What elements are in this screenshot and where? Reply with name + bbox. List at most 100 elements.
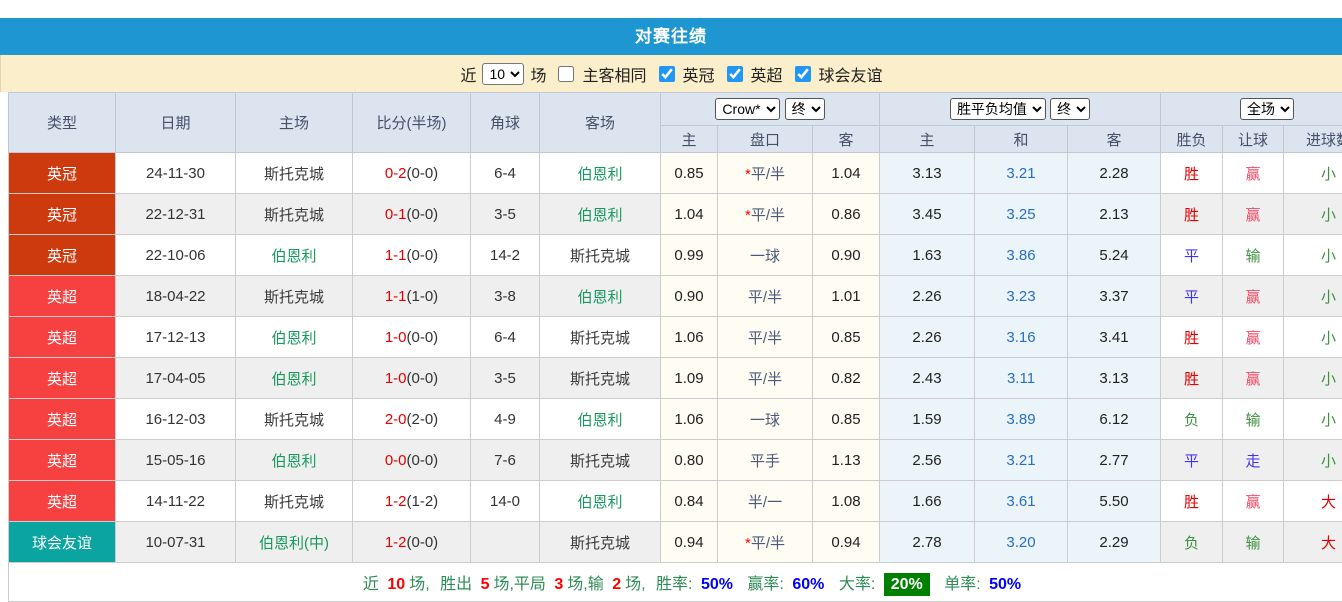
avg-stage-select[interactable]: 终 <box>1050 98 1090 120</box>
result: 胜 <box>1161 194 1223 235</box>
goals-result: 小 <box>1284 153 1342 194</box>
corners: 3-5 <box>471 358 540 399</box>
summary-draws: 3 <box>550 576 567 593</box>
same-venue-checkbox[interactable] <box>558 66 574 82</box>
corners <box>471 522 540 563</box>
match-score: 1-1(0-0) <box>353 235 471 276</box>
league-badge: 英冠 <box>9 194 116 235</box>
match-row: 英超 16-12-03 斯托克城 2-0(2-0) 4-9 伯恩利 1.06 一… <box>9 399 1342 440</box>
odds-home: 0.90 <box>661 276 718 317</box>
corners: 3-5 <box>471 194 540 235</box>
summary-over-rate-label: 大率: <box>833 576 875 593</box>
league-championship-checkbox[interactable] <box>659 66 675 82</box>
match-score: 1-0(0-0) <box>353 358 471 399</box>
scope-select[interactable]: 全场 <box>1240 98 1294 120</box>
summary-loss-label: 输 <box>588 576 604 593</box>
avg-draw: 3.89 <box>975 399 1068 440</box>
match-score: 1-1(1-0) <box>353 276 471 317</box>
goals-result: 小 <box>1284 235 1342 276</box>
odds-home: 0.99 <box>661 235 718 276</box>
summary-losses: 2 <box>608 576 625 593</box>
away-team: 伯恩利 <box>540 153 661 194</box>
league-badge: 英冠 <box>9 153 116 194</box>
result: 平 <box>1161 276 1223 317</box>
away-team: 斯托克城 <box>540 440 661 481</box>
recent-label: 近 <box>460 62 476 86</box>
avg-away: 3.13 <box>1068 358 1161 399</box>
avg-away: 5.24 <box>1068 235 1161 276</box>
match-score: 0-0(0-0) <box>353 440 471 481</box>
match-date: 10-07-31 <box>116 522 236 563</box>
col-avg-away: 客 <box>1068 126 1161 153</box>
match-date: 22-12-31 <box>116 194 236 235</box>
odds-home: 1.06 <box>661 399 718 440</box>
avg-draw: 3.23 <box>975 276 1068 317</box>
handicap: 平/半 <box>718 358 813 399</box>
avg-home: 1.66 <box>880 481 975 522</box>
scope-group-header: 全场 <box>1161 93 1342 126</box>
summary-over-rate-badge: 20% <box>884 573 930 596</box>
col-date: 日期 <box>116 93 236 153</box>
summary-row: 近 10场, 胜出 5场,平局 3场,输 2场, 胜率: 50% 赢率: 60%… <box>9 563 1342 602</box>
league-badge: 英超 <box>9 317 116 358</box>
home-team: 伯恩利 <box>236 358 353 399</box>
avg-home: 3.13 <box>880 153 975 194</box>
col-avg-draw: 和 <box>975 126 1068 153</box>
match-date: 24-11-30 <box>116 153 236 194</box>
odds-stage-select[interactable]: 终 <box>785 98 825 120</box>
avg-home: 2.56 <box>880 440 975 481</box>
corners: 4-9 <box>471 399 540 440</box>
home-team: 斯托克城 <box>236 153 353 194</box>
match-row: 英超 17-04-05 伯恩利 1-0(0-0) 3-5 斯托克城 1.09 平… <box>9 358 1342 399</box>
odds-away: 0.94 <box>813 522 880 563</box>
avg-draw: 3.11 <box>975 358 1068 399</box>
odds-home: 1.06 <box>661 317 718 358</box>
corners: 3-8 <box>471 276 540 317</box>
league-friendly-label: 球会友谊 <box>819 62 883 86</box>
match-score: 0-2(0-0) <box>353 153 471 194</box>
handicap-result: 赢 <box>1223 481 1284 522</box>
match-score: 1-0(0-0) <box>353 317 471 358</box>
goals-result: 小 <box>1284 440 1342 481</box>
league-friendly-checkbox[interactable] <box>795 66 811 82</box>
league-championship-label: 英冠 <box>683 62 715 86</box>
handicap-result: 输 <box>1223 522 1284 563</box>
col-result: 胜负 <box>1161 126 1223 153</box>
handicap-result: 输 <box>1223 235 1284 276</box>
odds-group-header: Crow* 终 <box>661 93 880 126</box>
goals-result: 小 <box>1284 194 1342 235</box>
handicap: 平/半 <box>718 276 813 317</box>
odds-company-select[interactable]: Crow* <box>715 98 780 120</box>
match-row: 英冠 22-10-06 伯恩利 1-1(0-0) 14-2 斯托克城 0.99 … <box>9 235 1342 276</box>
avg-type-select[interactable]: 胜平负均值 <box>950 98 1046 120</box>
handicap: 半/一 <box>718 481 813 522</box>
summary-draw-label: 平局 <box>514 576 546 593</box>
league-badge: 英超 <box>9 481 116 522</box>
col-home: 主场 <box>236 93 353 153</box>
match-row: 英冠 24-11-30 斯托克城 0-2(0-0) 6-4 伯恩利 0.85 *… <box>9 153 1342 194</box>
odds-home: 1.04 <box>661 194 718 235</box>
avg-home: 1.59 <box>880 399 975 440</box>
away-team: 斯托克城 <box>540 522 661 563</box>
match-row: 英冠 22-12-31 斯托克城 0-1(0-0) 3-5 伯恩利 1.04 *… <box>9 194 1342 235</box>
home-team: 斯托克城 <box>236 481 353 522</box>
goals-result: 小 <box>1284 358 1342 399</box>
result: 平 <box>1161 235 1223 276</box>
handicap: *平/半 <box>718 194 813 235</box>
recent-count-select[interactable]: 10 <box>482 63 524 85</box>
league-badge: 英冠 <box>9 235 116 276</box>
league-badge: 球会友谊 <box>9 522 116 563</box>
summary-winrate-label: 胜率: <box>650 576 692 593</box>
avg-away: 2.28 <box>1068 153 1161 194</box>
away-team: 伯恩利 <box>540 481 661 522</box>
avg-away: 3.37 <box>1068 276 1161 317</box>
odds-home: 1.09 <box>661 358 718 399</box>
league-premier-checkbox[interactable] <box>727 66 743 82</box>
handicap: 平手 <box>718 440 813 481</box>
summary-single-rate: 50% <box>985 576 1025 593</box>
home-team: 斯托克城 <box>236 276 353 317</box>
match-row: 英超 15-05-16 伯恩利 0-0(0-0) 7-6 斯托克城 0.80 平… <box>9 440 1342 481</box>
avg-draw: 3.25 <box>975 194 1068 235</box>
avg-away: 2.29 <box>1068 522 1161 563</box>
league-badge: 英超 <box>9 276 116 317</box>
